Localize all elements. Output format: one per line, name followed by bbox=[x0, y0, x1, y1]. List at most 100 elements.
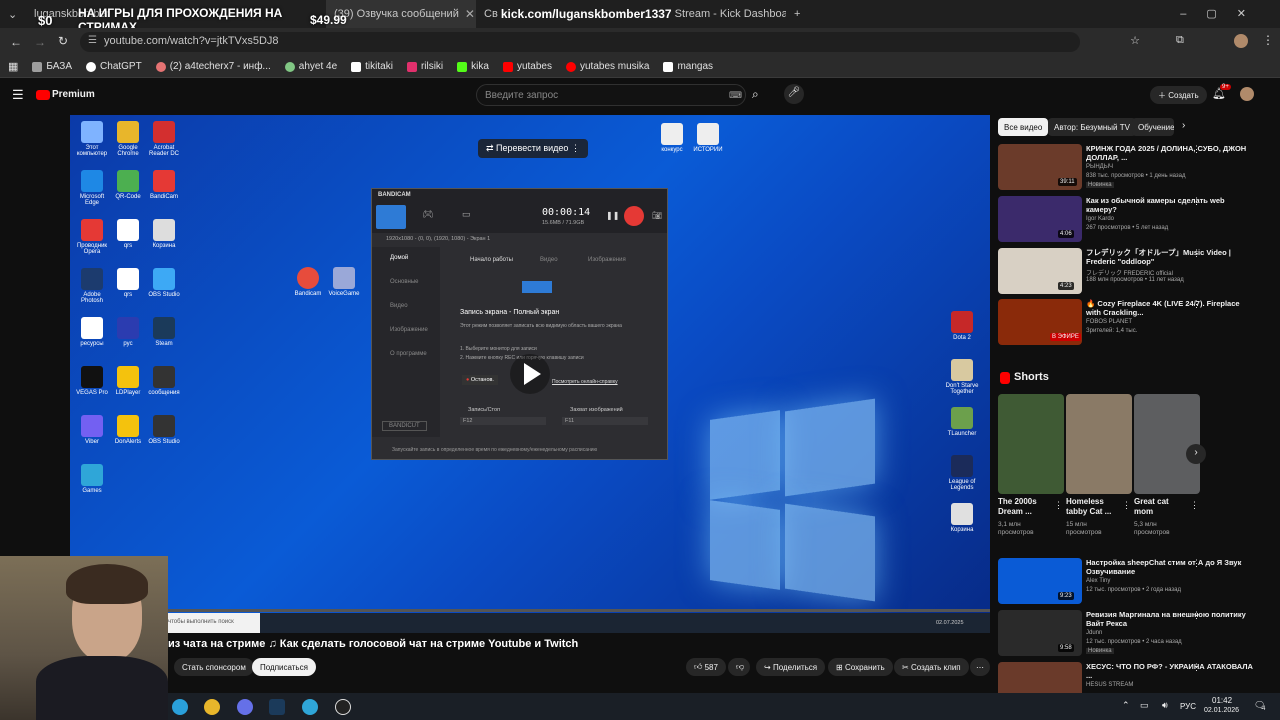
desktop-icon[interactable]: сообщения bbox=[144, 366, 184, 396]
account-avatar[interactable] bbox=[1240, 87, 1254, 101]
channel-name[interactable]: フレデリック FREDERIC official bbox=[1086, 268, 1173, 277]
tab-video[interactable]: Видео bbox=[540, 257, 558, 263]
chip-all-videos[interactable]: Все видео bbox=[998, 118, 1049, 136]
address-bar[interactable]: ☰ youtube.com/watch?v=jtkTVxs5DJ8 ☆ bbox=[80, 32, 1140, 52]
screen-mode-button[interactable] bbox=[376, 205, 406, 229]
desktop-icon[interactable]: Steam bbox=[144, 317, 184, 347]
short-title[interactable]: Homeless tabby Cat ... bbox=[1066, 497, 1118, 517]
bandicam-window[interactable]: BANDICAM 🎮︎ ▭ 00:00:14 15.6MB / 71.9GB ❚… bbox=[371, 188, 668, 460]
short-thumbnail[interactable] bbox=[1066, 394, 1132, 494]
short-title[interactable]: The 2000s Dream ... bbox=[998, 497, 1050, 517]
recommended-video[interactable]: 39:11 КРИНЖ ГОДА 2025 / ДОЛИНА, СУБО, ДЖО… bbox=[998, 144, 1268, 190]
device-mode-button[interactable]: ▭ bbox=[462, 209, 471, 220]
video-player[interactable]: Этот компьютер Google Chrome Acrobat Reade… bbox=[70, 115, 990, 633]
channel-name[interactable]: РЫНДЫЧ bbox=[1086, 164, 1113, 170]
bookmark-kika[interactable]: kika bbox=[457, 61, 489, 72]
desktop-icon[interactable]: OBS Studio bbox=[144, 415, 184, 445]
play-button[interactable] bbox=[510, 354, 550, 394]
stop-button[interactable]: ● Останов. bbox=[462, 375, 498, 385]
video-title[interactable]: КРИНЖ ГОДА 2025 / ДОЛИНА, СУБО, ДЖОН ДОЛ… bbox=[1086, 144, 1254, 162]
help-link[interactable]: Посмотреть онлайн-справку bbox=[552, 379, 618, 385]
menu-about[interactable]: О программе bbox=[390, 351, 427, 357]
window-controls[interactable]: –▢✕ bbox=[1180, 7, 1266, 20]
translate-video-button[interactable]: ⇄ Перевести видео ⋮ bbox=[478, 139, 588, 158]
more-options-icon[interactable]: ⋮ bbox=[1192, 144, 1201, 155]
desktop-icon[interactable]: Microsoft Edge bbox=[72, 170, 112, 206]
obs-icon[interactable] bbox=[335, 699, 351, 715]
video-title[interactable]: Настройка sheepChat стим от А до Я Звук … bbox=[1086, 558, 1254, 576]
desktop-icon[interactable]: рус bbox=[108, 317, 148, 347]
desktop-file-istorii[interactable]: ИСТОРИИ bbox=[688, 123, 728, 153]
clip-button[interactable]: ✂ Создать клип bbox=[894, 658, 969, 676]
desktop-icon[interactable]: Google Chrome bbox=[108, 121, 148, 157]
desktop-icon[interactable]: DonAlerts bbox=[108, 415, 148, 445]
share-button[interactable]: ↪ Поделиться bbox=[756, 658, 826, 676]
tab-list-button[interactable]: ⌄ bbox=[0, 0, 26, 28]
network-icon[interactable]: ▭ bbox=[1140, 700, 1149, 711]
video-progress-bar[interactable] bbox=[70, 609, 990, 612]
chrome-icon[interactable] bbox=[204, 699, 220, 715]
desktop-icon[interactable]: Проводник Opera bbox=[72, 219, 112, 255]
discord-icon[interactable] bbox=[237, 699, 253, 715]
desktop-icon[interactable]: Games bbox=[72, 464, 112, 494]
desktop-icon[interactable]: VEGAS Pro bbox=[72, 366, 112, 396]
desktop-icon[interactable]: League of Legends bbox=[942, 455, 982, 491]
apps-grid-icon[interactable]: ▦ bbox=[8, 60, 18, 73]
bookmark-baza[interactable]: БАЗА bbox=[32, 61, 72, 72]
hamburger-menu-icon[interactable]: ☰ bbox=[12, 87, 24, 103]
desktop-icon[interactable]: ресурсы bbox=[72, 317, 112, 347]
stop-record-button[interactable] bbox=[624, 206, 644, 226]
more-options-icon[interactable]: ⋮ bbox=[1192, 662, 1201, 673]
more-options-icon[interactable]: ⋮ bbox=[1192, 610, 1201, 621]
desktop-icon[interactable]: Корзина bbox=[942, 503, 982, 533]
tab-kick-dashboard[interactable]: Св kick.com/luganskbomber1337 Stream - K… bbox=[476, 0, 786, 28]
game-mode-button[interactable]: 🎮︎ bbox=[422, 209, 433, 220]
edge-icon[interactable] bbox=[302, 699, 318, 715]
recommended-video[interactable]: 4:06 Как из обычной камеры сделать web ка… bbox=[998, 196, 1268, 242]
more-options-icon[interactable]: ⋮ bbox=[1122, 500, 1131, 511]
chip-author[interactable]: Автор: Безумный TV bbox=[1048, 118, 1136, 136]
menu-image[interactable]: Изображение bbox=[390, 327, 428, 333]
desktop-file-konkurs[interactable]: конкурс bbox=[652, 123, 692, 153]
desktop-icon[interactable]: Viber bbox=[72, 415, 112, 445]
menu-home[interactable]: Домой bbox=[390, 255, 408, 261]
desktop-icon[interactable]: TLauncher bbox=[942, 407, 982, 437]
tab-images[interactable]: Изображения bbox=[588, 257, 626, 263]
channel-name[interactable]: Alex Tiny bbox=[1086, 578, 1110, 584]
desktop-icon[interactable]: BandiCam bbox=[144, 170, 184, 200]
more-options-icon[interactable]: ⋮ bbox=[1192, 196, 1201, 207]
video-title[interactable]: 🔥 Cozy Fireplace 4K (LIVE 24/7). Firepla… bbox=[1086, 299, 1254, 317]
bookmark-rilsiki[interactable]: rilsiki bbox=[406, 61, 443, 72]
more-options-icon[interactable]: ⋮ bbox=[1192, 558, 1201, 569]
video-title[interactable]: フレデリック「オドループ」Music Video | Frederic "odd… bbox=[1086, 248, 1254, 266]
bandicut-button[interactable]: BANDICUT bbox=[382, 421, 427, 431]
channel-name[interactable]: Jdunn bbox=[1086, 630, 1102, 636]
short-thumbnail[interactable] bbox=[1134, 394, 1200, 494]
create-button[interactable]: ＋ Создать bbox=[1150, 86, 1207, 104]
keyboard-icon[interactable]: ⌨ bbox=[729, 90, 742, 101]
search-input[interactable]: Введите запрос ⌨ bbox=[476, 84, 746, 106]
recommended-video[interactable]: В ЭФИРЕ 🔥 Cozy Fireplace 4K (LIVE 24/7). … bbox=[998, 299, 1268, 345]
more-options-icon[interactable]: ⋮ bbox=[1190, 500, 1199, 511]
recommended-video[interactable]: 4:23 フレデリック「オドループ」Music Video | Frederic … bbox=[998, 248, 1268, 294]
recommended-video[interactable]: 9:58 Ревизия Маргинала на внешнюю политик… bbox=[998, 610, 1268, 656]
video-title[interactable]: ХЕСУС: ЧТО ПО РФ? - УКРАИНА АТАКОВАЛА ..… bbox=[1086, 662, 1254, 680]
language-indicator[interactable]: РУС bbox=[1180, 702, 1196, 711]
extensions-icon[interactable]: ⧉ bbox=[1176, 34, 1184, 47]
profile-avatar[interactable] bbox=[1234, 34, 1248, 48]
bookmark-star-icon[interactable]: ☆ bbox=[1130, 34, 1140, 47]
desktop-icon[interactable]: QR-Code bbox=[108, 170, 148, 200]
desktop-icon-voicegame[interactable]: VoiceGame bbox=[324, 267, 364, 297]
tab-getting-started[interactable]: Начало работы bbox=[470, 257, 513, 263]
steam-icon[interactable] bbox=[269, 699, 285, 715]
hotkey2-field[interactable]: F11 bbox=[562, 417, 648, 425]
more-options-icon[interactable]: ⋮ bbox=[1192, 248, 1201, 259]
desktop-icon[interactable]: qrs bbox=[108, 268, 148, 298]
desktop-icon[interactable]: OBS Studio bbox=[144, 268, 184, 298]
new-tab-button[interactable]: + bbox=[786, 0, 808, 28]
channel-name[interactable]: FOBOS PLANET bbox=[1086, 319, 1132, 325]
tray-arrow-icon[interactable]: ⌃ bbox=[1122, 700, 1130, 711]
clock-date[interactable]: 02.01.2026 bbox=[1204, 707, 1239, 714]
desktop-icon[interactable]: Этот компьютер bbox=[72, 121, 112, 157]
short-thumbnail[interactable] bbox=[998, 394, 1064, 494]
